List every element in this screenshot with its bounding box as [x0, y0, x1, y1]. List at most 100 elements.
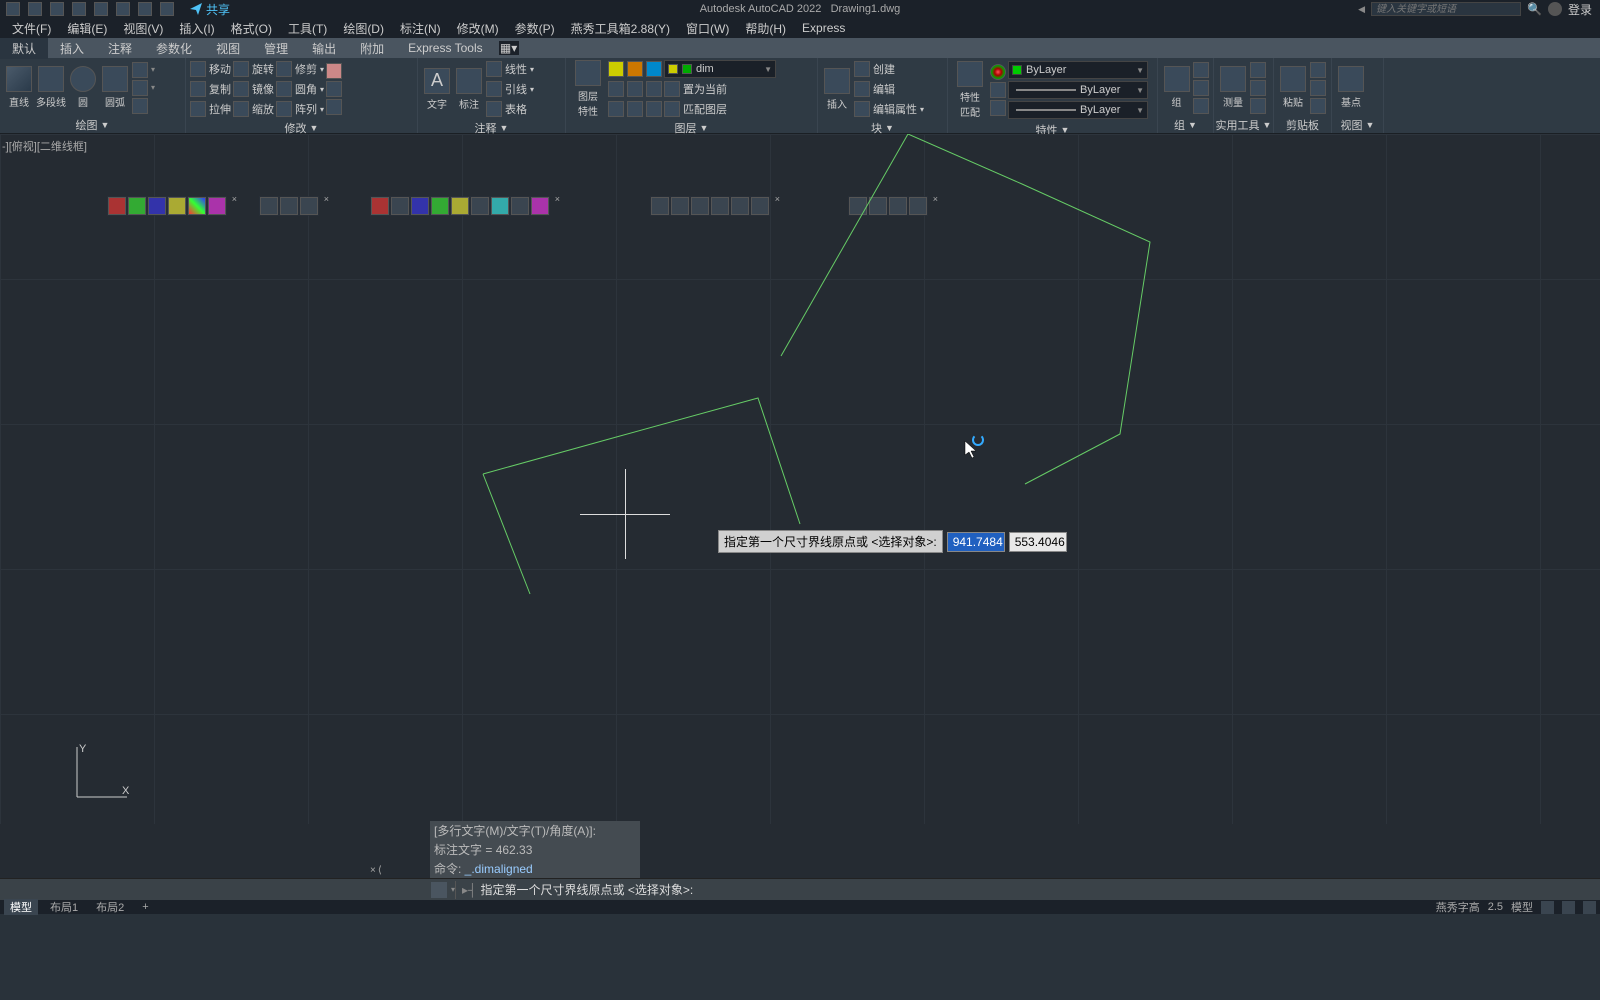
point-icon[interactable] [1250, 98, 1266, 114]
tab-view[interactable]: 视图 [204, 38, 252, 59]
group-button[interactable]: 组 [1162, 66, 1191, 109]
tool-icon[interactable] [188, 197, 206, 215]
close-icon[interactable]: × [232, 194, 237, 204]
undo-icon[interactable] [138, 2, 152, 16]
tab-model[interactable]: 模型 [4, 899, 38, 915]
save-icon[interactable] [72, 2, 86, 16]
tool-icon[interactable] [208, 197, 226, 215]
user-icon[interactable] [1548, 2, 1562, 16]
tool-icon[interactable] [391, 197, 409, 215]
menu-tools[interactable]: 工具(T) [280, 18, 335, 39]
menu-help[interactable]: 帮助(H) [737, 18, 794, 39]
chevron-icon[interactable]: ⟨ [378, 865, 382, 876]
rotate-button[interactable]: 旋转 [233, 61, 274, 77]
color-dropdown[interactable]: ByLayer▼ [1008, 61, 1148, 79]
line-button[interactable]: 直线 [4, 66, 34, 109]
menu-window[interactable]: 窗口(W) [678, 18, 737, 39]
close-icon[interactable]: × [933, 194, 938, 204]
text-button[interactable]: A文字 [422, 68, 452, 111]
hatch-icon[interactable] [132, 80, 148, 96]
tab-manage[interactable]: 管理 [252, 38, 300, 59]
edit-attr-button[interactable]: 编辑属性▾ [854, 101, 924, 117]
layer-off-icon[interactable] [608, 81, 624, 97]
leader-button[interactable]: 引线▾ [486, 81, 534, 97]
tool-icon[interactable] [691, 197, 709, 215]
menu-draw[interactable]: 绘图(D) [335, 18, 392, 39]
layer-dropdown[interactable]: dim ▼ [664, 60, 776, 78]
fillet-button[interactable]: 圆角▾ [276, 81, 324, 97]
tab-addins[interactable]: 附加 [348, 38, 396, 59]
tab-layout1[interactable]: 布局1 [44, 899, 84, 915]
linear-button[interactable]: 线性▾ [486, 61, 534, 77]
tab-output[interactable]: 输出 [300, 38, 348, 59]
linetype-dropdown[interactable]: ByLayer▼ [1008, 81, 1148, 99]
trim-button[interactable]: 修剪▾ [276, 61, 324, 77]
select-icon[interactable] [1250, 62, 1266, 78]
measure-button[interactable]: 测量 [1218, 66, 1248, 109]
tool-icon[interactable] [751, 197, 769, 215]
add-layout-button[interactable]: + [136, 901, 154, 913]
status-snap-icon[interactable] [1562, 901, 1575, 914]
create-block-button[interactable]: 创建 [854, 61, 924, 77]
color-wheel-icon[interactable] [990, 64, 1006, 80]
viewport-label[interactable]: -][俯视][二维线框] [2, 138, 87, 154]
table-button[interactable]: 表格 [486, 101, 534, 117]
chevron-left-icon[interactable]: ◀ [1358, 4, 1365, 15]
tool-icon[interactable] [280, 197, 298, 215]
tool-icon[interactable] [711, 197, 729, 215]
paste-special-icon[interactable] [1310, 98, 1326, 114]
dynamic-y-field[interactable]: 553.4046 [1009, 532, 1067, 552]
tool-icon[interactable] [531, 197, 549, 215]
app-icon[interactable] [6, 2, 20, 16]
menu-express[interactable]: Express [794, 19, 853, 37]
group-edit-icon[interactable] [1193, 62, 1209, 78]
lock-icon[interactable] [646, 61, 662, 77]
tool-icon[interactable] [731, 197, 749, 215]
status-model-label[interactable]: 模型 [1511, 899, 1533, 915]
tool-icon[interactable] [168, 197, 186, 215]
floating-toolbar-2[interactable]: × [259, 196, 319, 216]
layer-props-button[interactable]: 图层 特性 [570, 60, 606, 118]
linetype-icon[interactable] [990, 82, 1006, 98]
tab-express[interactable]: Express Tools [396, 39, 494, 57]
tool-icon[interactable] [869, 197, 887, 215]
rectangle-icon[interactable] [132, 62, 148, 78]
tool-icon[interactable] [451, 197, 469, 215]
lineweight-icon[interactable] [990, 100, 1006, 116]
layer-uniso-icon[interactable] [646, 101, 662, 117]
mirror-button[interactable]: 镜像 [233, 81, 274, 97]
tab-apps-icon[interactable]: ▦▾ [499, 41, 519, 55]
tab-annotate[interactable]: 注释 [96, 38, 144, 59]
copy-button[interactable]: 复制 [190, 81, 231, 97]
lineweight-dropdown[interactable]: ByLayer▼ [1008, 101, 1148, 119]
status-grid-icon[interactable] [1541, 901, 1554, 914]
group-bbox-icon[interactable] [1193, 98, 1209, 114]
edit-block-button[interactable]: 编辑 [854, 81, 924, 97]
menu-dimension[interactable]: 标注(N) [392, 18, 449, 39]
tool-icon[interactable] [671, 197, 689, 215]
offset-icon[interactable] [326, 99, 342, 115]
stretch-button[interactable]: 拉伸 [190, 101, 231, 117]
tool-icon[interactable] [909, 197, 927, 215]
array-button[interactable]: 阵列▾ [276, 101, 324, 117]
circle-button[interactable]: 圆 [68, 66, 98, 109]
paste-button[interactable]: 粘贴 [1278, 66, 1308, 109]
menu-plugin[interactable]: 燕秀工具箱2.88(Y) [563, 18, 678, 39]
tab-parametric[interactable]: 参数化 [144, 38, 204, 59]
redo-icon[interactable] [160, 2, 174, 16]
layer-thaw-icon[interactable] [627, 101, 643, 117]
tool-icon[interactable] [148, 197, 166, 215]
floating-toolbar-3[interactable]: × [370, 196, 550, 216]
ungroup-icon[interactable] [1193, 80, 1209, 96]
layer-freeze-icon[interactable] [627, 81, 643, 97]
close-icon[interactable]: × [324, 194, 329, 204]
menu-file[interactable]: 文件(F) [4, 18, 59, 39]
floating-toolbar-4[interactable]: × [650, 196, 770, 216]
menu-param[interactable]: 参数(P) [507, 18, 563, 39]
drawing-area[interactable]: -][俯视][二维线框] × × × × × 指定第一个尺寸界线原点或 <选择对… [0, 134, 1600, 824]
tool-icon[interactable] [511, 197, 529, 215]
search-icon[interactable]: 🔍 [1527, 2, 1542, 16]
match-props-button[interactable]: 特性 匹配 [952, 61, 988, 119]
login-label[interactable]: 登录 [1568, 1, 1592, 18]
tool-icon[interactable] [889, 197, 907, 215]
